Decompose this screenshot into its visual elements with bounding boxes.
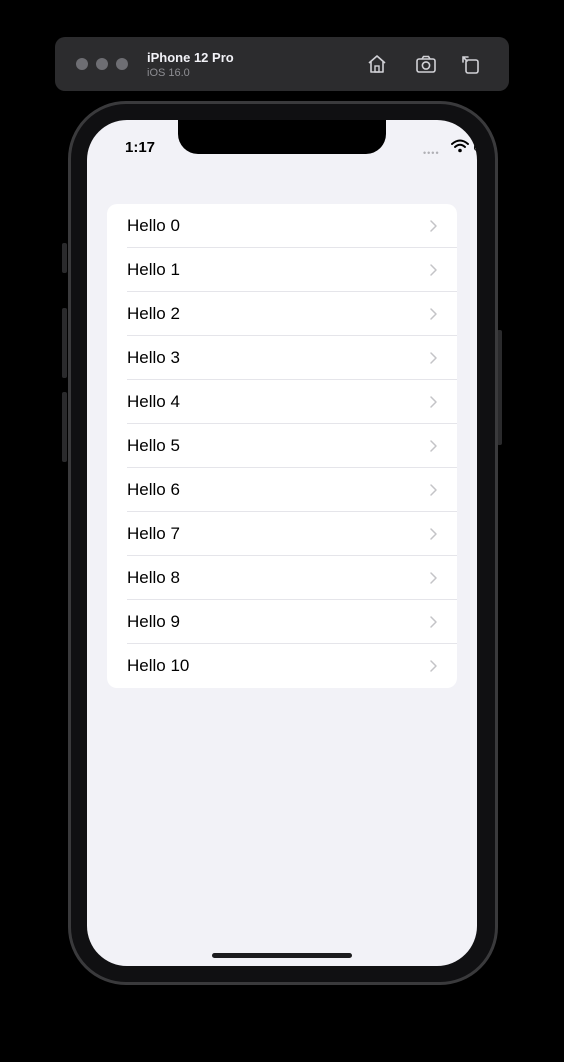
chevron-right-icon [430,572,437,584]
screenshot-icon[interactable] [414,52,438,76]
device-name: iPhone 12 Pro [147,50,234,65]
list-item[interactable]: Hello 7 [107,512,457,556]
wifi-icon [451,139,469,153]
list-item[interactable]: Hello 9 [107,600,457,644]
hello-list: Hello 0 Hello 1 Hello 2 Hello 3 Hello 4 … [107,204,457,688]
chevron-right-icon [430,660,437,672]
list-item[interactable]: Hello 5 [107,424,457,468]
list-item-label: Hello 5 [127,436,180,455]
list-item[interactable]: Hello 4 [107,380,457,424]
list-item-label: Hello 6 [127,480,180,499]
home-indicator[interactable] [212,953,352,958]
chevron-right-icon [430,528,437,540]
list-item-label: Hello 0 [127,216,180,235]
volume-down-button [62,392,67,462]
window-zoom-button[interactable] [116,58,128,70]
chevron-right-icon [430,264,437,276]
chevron-right-icon [430,616,437,628]
notch [178,120,386,154]
simulator-toolbar: iPhone 12 Pro iOS 16.0 [55,37,509,91]
chevron-right-icon [430,440,437,452]
list-item[interactable]: Hello 6 [107,468,457,512]
list-item-label: Hello 1 [127,260,180,279]
chevron-right-icon [430,396,437,408]
window-close-button[interactable] [76,58,88,70]
cellular-icon: •••• [423,148,440,158]
list-item-label: Hello 8 [127,568,180,587]
list-item-label: Hello 4 [127,392,180,411]
chevron-right-icon [430,220,437,232]
mute-switch [62,243,67,273]
list-item-label: Hello 7 [127,524,180,543]
window-minimize-button[interactable] [96,58,108,70]
device-os-version: iOS 16.0 [147,67,190,79]
device-screen: 1:17 •••• Hello 0 Hello 1 Hello 2 Hello … [87,120,477,966]
chevron-right-icon [430,352,437,364]
list-item-label: Hello 2 [127,304,180,323]
list-item[interactable]: Hello 10 [107,644,457,688]
battery-icon [474,141,477,151]
list-item[interactable]: Hello 8 [107,556,457,600]
home-icon[interactable] [365,52,389,76]
volume-up-button [62,308,67,378]
list-item[interactable]: Hello 0 [107,204,457,248]
rotate-icon[interactable] [459,52,483,76]
list-item[interactable]: Hello 3 [107,336,457,380]
list-item-label: Hello 9 [127,612,180,631]
chevron-right-icon [430,484,437,496]
list-item-label: Hello 3 [127,348,180,367]
status-time: 1:17 [125,139,156,156]
chevron-right-icon [430,308,437,320]
list-item[interactable]: Hello 1 [107,248,457,292]
list-item[interactable]: Hello 2 [107,292,457,336]
list-item-label: Hello 10 [127,656,190,675]
